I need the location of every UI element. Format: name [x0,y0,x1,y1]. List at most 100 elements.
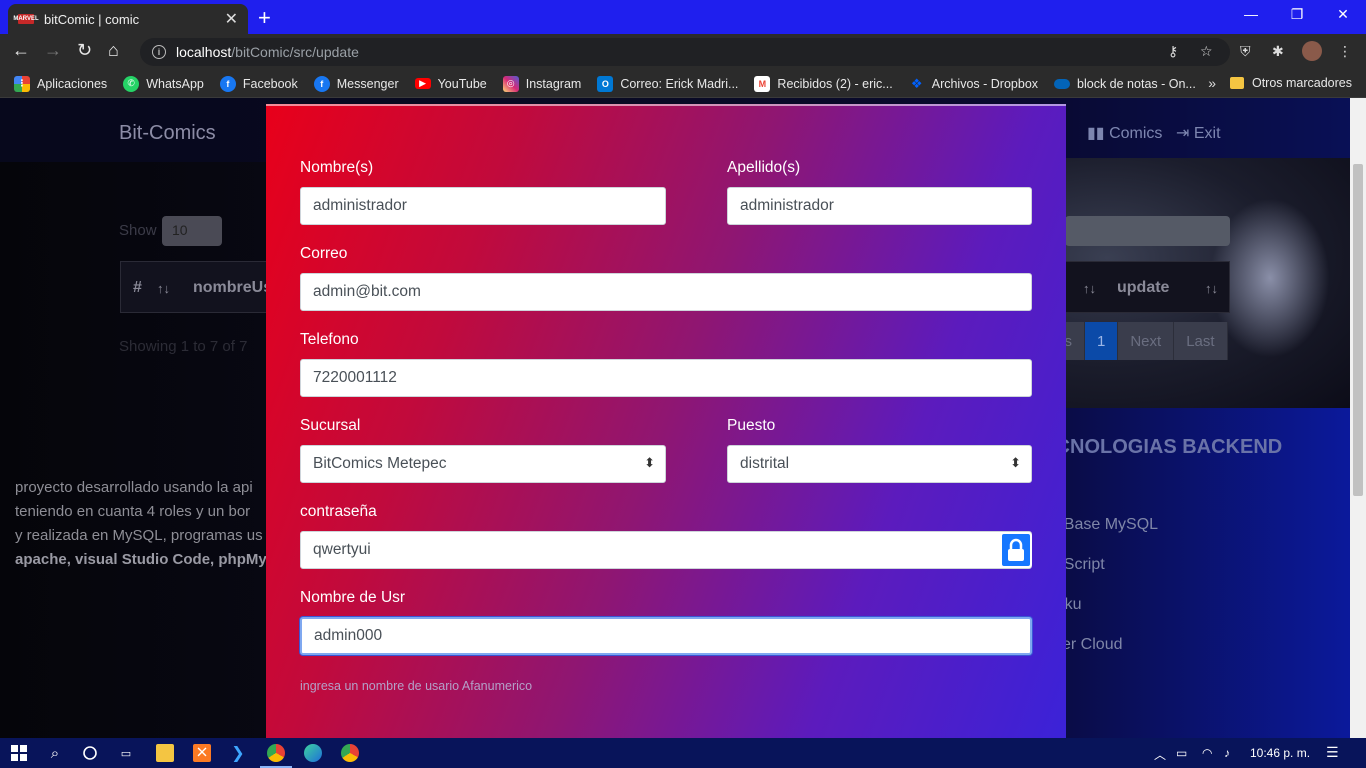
close-window-icon[interactable]: ✕ [1320,6,1366,23]
table-search-input[interactable] [1065,216,1230,246]
key-icon[interactable]: ⚷ [1168,43,1178,60]
nav-comics-link[interactable]: ▮▮ Comics [1087,123,1162,143]
sort-icon[interactable]: ↑↓ [1205,281,1218,296]
system-clock[interactable]: 10:46 p. m. [1250,746,1310,760]
home-icon[interactable]: ⌂ [108,40,119,61]
update-user-modal: Nombre(s) administrador Apellido(s) admi… [266,104,1066,738]
footer-backend-title: TECNOLOGIAS BACKEND [1030,436,1283,458]
chrome-icon[interactable] [260,744,292,768]
telefono-input[interactable]: 7220001112 [300,359,1032,397]
onedrive-icon [1054,78,1071,89]
facebook-icon: f [219,75,236,92]
pagination-next[interactable]: Next [1118,322,1175,360]
bookmark-item[interactable]: ▶ YouTube [414,77,487,91]
sucursal-label: Sucursal [300,417,361,434]
file-explorer-icon[interactable] [156,744,174,762]
url-host: localhost [176,44,232,60]
bookmark-item[interactable]: ❖ Archivos - Dropbox [909,76,1038,92]
vscode-icon[interactable]: ❯ [229,744,247,762]
scrollbar-thumb[interactable] [1353,164,1363,496]
col-username-header[interactable]: nombreUs [193,279,272,297]
puesto-select[interactable]: distrital [727,445,1032,483]
restore-icon[interactable]: ❐ [1274,6,1320,23]
outlook-icon: O [597,75,614,92]
edge-icon[interactable] [304,744,322,762]
pagination-last[interactable]: Last [1174,322,1228,360]
extension-shield-icon[interactable]: ⛨ [1240,43,1251,60]
nav-exit-link[interactable]: ⇥ Exit [1176,123,1221,143]
menu-kebab-icon[interactable]: ⋮ [1338,43,1352,60]
folder-icon [1229,77,1244,89]
browser-titlebar: MARVEL bitComic | comic ✕ + — ❐ ✕ [0,0,1366,34]
apps-grid-icon: ⋮ [14,75,30,92]
bookmarks-bar: ⋮ Aplicaciones ✆ WhatsApp f Facebook f Messe… [0,70,1366,98]
tab-close-icon[interactable]: ✕ [225,9,238,29]
messenger-icon: f [313,75,330,92]
nombre-input[interactable]: administrador [300,187,666,225]
page-scrollbar[interactable] [1350,98,1366,738]
correo-input[interactable]: admin@bit.com [300,273,1032,311]
toggle-password-button[interactable] [1000,532,1032,568]
pagination-page-1[interactable]: 1 [1085,322,1119,360]
col-number-header[interactable]: # [133,279,142,297]
whatsapp-icon: ✆ [123,75,140,92]
search-icon[interactable]: ⌕ [46,744,64,762]
bookmark-item[interactable]: ✆ WhatsApp [123,75,204,92]
back-icon[interactable]: ← [12,40,30,61]
bookmark-item[interactable]: ⋮ Aplicaciones [14,75,107,92]
apellido-input[interactable]: administrador [727,187,1032,225]
windows-start-icon[interactable] [10,744,28,762]
password-input[interactable]: qwertyui [300,531,1032,569]
marvel-favicon-icon: MARVEL [13,14,39,24]
chrome-secondary-icon[interactable] [341,744,359,762]
address-bar[interactable]: i localhost /bitComic/src/update [140,38,1230,66]
bookmark-star-icon[interactable]: ☆ [1200,43,1213,60]
other-bookmarks-folder[interactable]: Otros marcadores [1229,76,1352,90]
bookmark-item[interactable]: O Correo: Erick Madri... [597,75,738,92]
extensions-puzzle-icon[interactable]: ✱ [1272,43,1284,60]
sort-icon[interactable]: ↑↓ [157,281,170,296]
sign-out-icon: ⇥ [1176,125,1190,142]
minimize-icon[interactable]: — [1228,6,1274,22]
usuario-label: Nombre de Usr [300,589,406,606]
bookmark-item[interactable]: M Recibidos (2) - eric... [754,75,893,92]
bookmark-item[interactable]: ◎ Instagram [502,75,581,92]
new-tab-button[interactable]: + [258,5,271,31]
col-update-header[interactable]: update [1117,279,1169,297]
book-icon: ▮▮ [1087,125,1105,142]
task-view-icon[interactable]: ▭ [117,744,135,762]
show-entries-label: Show [119,222,157,239]
sucursal-select[interactable]: BitComics Metepec [300,445,666,483]
forward-icon[interactable]: → [44,40,62,61]
lock-icon [1008,538,1024,561]
bookmark-item[interactable]: f Facebook [219,75,298,92]
nombre-label: Nombre(s) [300,159,374,176]
tray-chevron-icon[interactable]: ︿ [1154,746,1166,763]
site-brand[interactable]: Bit-Comics [119,122,216,145]
xampp-icon[interactable]: ⨉ [193,744,211,762]
battery-icon[interactable]: ▭ [1176,746,1187,760]
gmail-icon: M [754,75,771,92]
browser-tab[interactable]: MARVEL bitComic | comic ✕ [8,4,248,34]
puesto-label: Puesto [727,417,776,434]
apellido-label: Apellido(s) [727,159,801,176]
usuario-input[interactable]: admin000 [300,617,1032,655]
volume-icon[interactable]: ♪ [1224,746,1230,760]
telefono-label: Telefono [300,331,359,348]
url-path: /bitComic/src/update [231,44,359,60]
reload-icon[interactable]: ↻ [77,40,92,61]
bookmark-item[interactable]: block de notas - On... [1054,77,1196,91]
bookmark-item[interactable]: f Messenger [313,75,399,92]
site-info-icon[interactable]: i [152,45,166,59]
notifications-icon[interactable]: ☰ [1326,744,1339,761]
more-bookmarks-icon[interactable]: » [1208,75,1216,91]
sort-icon[interactable]: ↑↓ [1083,281,1096,296]
password-label: contraseña [300,503,377,520]
entries-select[interactable]: 10 [162,216,222,246]
usuario-hint: ingresa un nombre de usario Afanumerico [300,679,533,693]
browser-toolbar: ← → ↻ ⌂ i localhost /bitComic/src/update… [0,34,1366,70]
cortana-icon[interactable] [81,744,99,762]
tab-title: bitComic | comic [44,11,140,27]
profile-avatar[interactable] [1302,41,1322,61]
wifi-icon[interactable]: ◠ [1202,746,1212,760]
